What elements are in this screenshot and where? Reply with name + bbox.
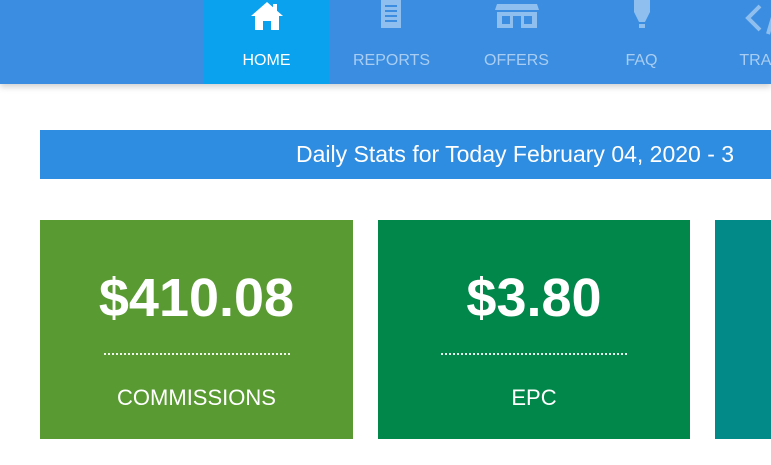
card-divider [441, 353, 627, 355]
commissions-card: $410.08 COMMISSIONS [40, 220, 353, 439]
nav-item-reports[interactable]: REPORTS [329, 0, 454, 84]
nav-label-offers: OFFERS [484, 52, 549, 69]
epc-label: EPC [511, 385, 557, 410]
nav-label-reports: REPORTS [352, 52, 431, 69]
code-icon [704, 0, 771, 35]
epc-value: $3.80 [466, 268, 602, 328]
nav-label-track: TRACK [739, 52, 771, 69]
nav-item-track[interactable]: TRACK [704, 0, 771, 84]
nav-label-faq: FAQ [625, 52, 658, 69]
main-nav: HOME REPORTS OFFERS FAQ TRA [204, 0, 771, 84]
third-stat-card [715, 220, 771, 439]
nav-item-home[interactable]: HOME [204, 0, 329, 84]
daily-stats-banner: Daily Stats for Today February 04, 2020 … [40, 130, 771, 179]
store-icon [454, 0, 579, 34]
nav-item-offers[interactable]: OFFERS [454, 0, 579, 84]
epc-card: $3.80 EPC [378, 220, 690, 439]
lightbulb-icon [579, 0, 704, 34]
top-navbar: HOME REPORTS OFFERS FAQ TRA [0, 0, 771, 84]
nav-item-faq[interactable]: FAQ [579, 0, 704, 84]
commissions-label: COMMISSIONS [117, 385, 276, 410]
home-icon [204, 0, 329, 34]
card-divider [103, 353, 290, 355]
nav-label-home: HOME [242, 52, 291, 69]
document-icon [329, 0, 454, 34]
commissions-value: $410.08 [98, 268, 295, 328]
